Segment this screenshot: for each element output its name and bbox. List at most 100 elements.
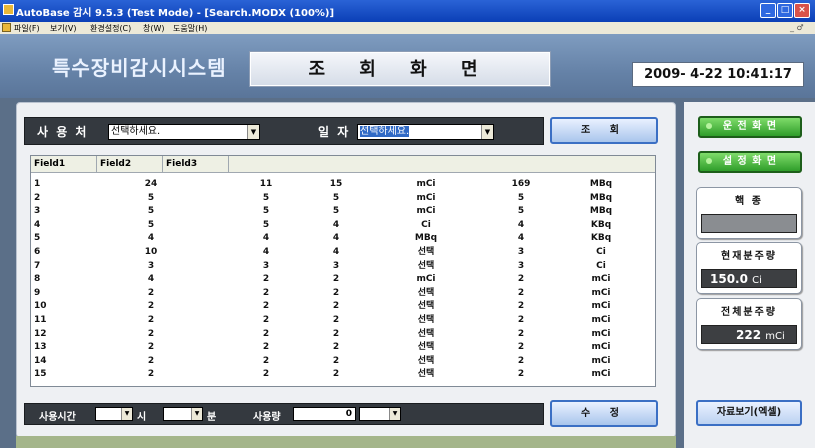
menu-help[interactable]: 도움말(H) [173, 23, 207, 34]
table-cell: mCi [591, 301, 611, 312]
chevron-down-icon[interactable]: ▼ [247, 125, 259, 139]
maximize-button[interactable]: □ [777, 3, 793, 18]
table-row[interactable]: 12 2 2 2 선택 2 mCi [31, 328, 655, 341]
table-row[interactable]: 14 2 2 2 선택 2 mCi [31, 355, 655, 368]
table-cell: mCi [591, 328, 611, 339]
table-cell: 3 [147, 260, 155, 271]
chevron-down-icon[interactable]: ▼ [191, 408, 202, 420]
table-cell: 10 [34, 301, 47, 312]
data-grid[interactable]: Field1 Field2 Field3 1 24 11 15 mCi 169 MBq 2 5 5… [30, 155, 656, 387]
usage-amount-input[interactable]: 0 [293, 407, 356, 421]
table-row[interactable]: 15 2 2 2 선택 2 mCi [31, 368, 655, 381]
settings-screen-button[interactable]: 설 정 화 면 [698, 151, 802, 173]
chevron-down-icon[interactable]: ▼ [121, 408, 132, 420]
table-cell: 5 [332, 192, 340, 203]
table-cell: MBq [589, 192, 613, 203]
table-row[interactable]: 10 2 2 2 선택 2 mCi [31, 300, 655, 313]
led-icon [706, 123, 712, 129]
user-label: 사 용 처 [37, 125, 89, 139]
panel-bottom-strip [16, 436, 676, 448]
table-cell: 2 [517, 287, 525, 298]
menu-view[interactable]: 보기(V) [50, 23, 76, 34]
table-cell: MBq [414, 233, 438, 244]
table-row[interactable]: 6 10 4 4 선택 3 Ci [31, 246, 655, 259]
table-cell: 선택 [417, 301, 435, 312]
table-cell: 2 [332, 287, 340, 298]
table-row[interactable]: 9 2 2 2 선택 2 mCi [31, 287, 655, 300]
menu-file[interactable]: 파일(F) [14, 23, 40, 34]
table-cell: 2 [262, 342, 270, 353]
hour-select[interactable]: ▼ [95, 407, 133, 421]
table-cell: 14 [34, 355, 47, 366]
table-cell: 13 [34, 342, 47, 353]
table-row[interactable]: 1 24 11 15 mCi 169 MBq [31, 178, 655, 191]
table-cell: 4 [34, 219, 41, 230]
table-cell: 2 [332, 301, 340, 312]
table-row[interactable]: 7 3 3 3 선택 3 Ci [31, 260, 655, 273]
minute-select[interactable]: ▼ [163, 407, 203, 421]
table-row[interactable]: 4 5 5 4 Ci 4 KBq [31, 219, 655, 232]
user-select[interactable]: 선택하세요. ▼ [108, 124, 260, 140]
current-dist-label: 현재분주량 [721, 251, 777, 262]
usage-time-label: 사용시간 [39, 412, 76, 423]
table-cell: 3 [517, 260, 525, 271]
grid-header-field3[interactable]: Field3 [163, 156, 229, 173]
table-cell: 2 [147, 301, 155, 312]
table-row[interactable]: 11 2 2 2 선택 2 mCi [31, 314, 655, 327]
minimize-button[interactable]: _ [760, 3, 776, 18]
date-select[interactable]: 선택하세요. ▼ [357, 124, 494, 140]
grid-header-field2[interactable]: Field2 [97, 156, 163, 173]
doc-window-controls[interactable]: _ ♂ [790, 23, 804, 32]
edit-button[interactable]: 수 정 [550, 400, 658, 427]
table-row[interactable]: 3 5 5 5 mCi 5 MBq [31, 205, 655, 218]
current-dist-unit: Ci [752, 275, 762, 286]
table-cell: 2 [262, 328, 270, 339]
table-cell: 3 [262, 260, 270, 271]
table-cell: 2 [517, 328, 525, 339]
hour-label: 시 [137, 412, 147, 423]
query-button[interactable]: 조 회 [550, 117, 658, 144]
table-cell: mCi [416, 192, 436, 203]
table-cell: 10 [144, 247, 158, 257]
table-cell: KBq [590, 233, 612, 244]
table-cell: 2 [262, 287, 270, 298]
close-button[interactable]: × [794, 3, 810, 18]
table-cell: 2 [332, 342, 340, 353]
table-cell: 3 [34, 206, 41, 217]
menu-bar: 파일(F) 보기(V) 환경설정(C) 창(W) 도움말(H) _ ♂ [0, 22, 815, 34]
total-dist-unit: mCi [765, 331, 785, 342]
table-cell: MBq [589, 206, 613, 217]
table-cell: 4 [332, 247, 340, 257]
excel-view-button[interactable]: 자료보기(엑셀) [696, 400, 802, 426]
table-cell: mCi [591, 342, 611, 353]
chevron-down-icon[interactable]: ▼ [481, 125, 493, 139]
table-row[interactable]: 5 4 4 4 MBq 4 KBq [31, 232, 655, 245]
table-cell: 2 [517, 342, 525, 353]
table-cell: 2 [262, 301, 270, 312]
table-cell: 12 [34, 328, 47, 339]
grid-header-field1[interactable]: Field1 [31, 156, 97, 173]
table-cell: 2 [517, 315, 525, 325]
menu-settings[interactable]: 환경설정(C) [90, 23, 131, 34]
table-cell: 5 [147, 192, 155, 203]
table-row[interactable]: 8 4 2 2 mCi 2 mCi [31, 273, 655, 286]
menu-window[interactable]: 창(W) [143, 23, 165, 34]
table-cell: 169 [511, 179, 531, 189]
usage-unit-select[interactable]: ▼ [359, 407, 401, 421]
table-cell: 2 [147, 342, 155, 353]
table-cell: 선택 [417, 287, 435, 298]
table-row[interactable]: 13 2 2 2 선택 2 mCi [31, 341, 655, 354]
window-title-bar[interactable]: AutoBase 감시 9.5.3 (Test Mode) - [Search.… [0, 0, 815, 22]
operation-screen-button[interactable]: 운 전 화 면 [698, 116, 802, 138]
table-cell: 2 [517, 274, 525, 285]
table-cell: 2 [262, 315, 270, 325]
table-row[interactable]: 2 5 5 5 mCi 5 MBq [31, 192, 655, 205]
table-cell: 선택 [417, 342, 435, 353]
table-cell: 2 [332, 369, 340, 380]
table-cell: 5 [262, 219, 270, 230]
table-cell: 2 [34, 192, 41, 203]
document-icon[interactable] [2, 23, 11, 32]
chevron-down-icon[interactable]: ▼ [389, 408, 400, 420]
table-cell: 4 [332, 219, 340, 230]
led-icon [706, 158, 712, 164]
